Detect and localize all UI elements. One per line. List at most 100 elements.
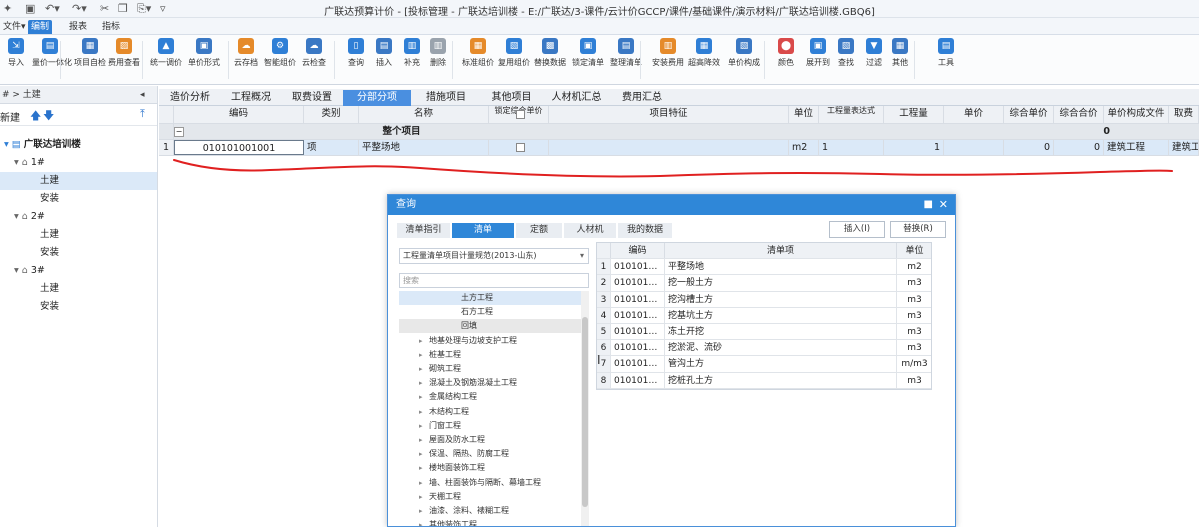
list-item[interactable]: 7 010101… 管沟土方 m/m3	[597, 356, 931, 373]
tree-item[interactable]: ▸ 屋面及防水工程	[399, 433, 583, 447]
tree-item[interactable]: ▸ 混凝土及钢筋混凝土工程	[399, 376, 583, 390]
tree-item[interactable]: ▸ 油漆、涂料、裱糊工程	[399, 504, 583, 518]
tree-item[interactable]: ▸ 木结构工程	[399, 405, 583, 419]
list-item[interactable]: 4 010101… 挖基坑土方 m3	[597, 307, 931, 324]
ribbon-button-self-check[interactable]: ▦ 项目自检	[72, 38, 108, 68]
tab-fee-summary[interactable]: 费用汇总	[611, 90, 673, 106]
list-item[interactable]: 6 010101… 挖淤泥、流砂 m3	[597, 340, 931, 357]
price-adjust-icon: ▲	[158, 38, 174, 54]
collapse-left-icon[interactable]: ◂	[140, 86, 145, 104]
nav-tree-item[interactable]: ▾ ⌂ 1#	[0, 154, 157, 172]
tree-item[interactable]: 土方工程	[399, 291, 583, 305]
move-down-icon[interactable]: 🡇	[43, 107, 54, 126]
nav-tree-item[interactable]: ▾ ▤ 广联达培训楼	[0, 136, 157, 154]
dialog-tab-bill[interactable]: 清单	[452, 223, 514, 238]
search-input[interactable]: 搜索	[399, 273, 589, 288]
list-item[interactable]: 5 010101… 冻土开挖 m3	[597, 324, 931, 341]
ribbon-button-tools[interactable]: ▤ 工具	[928, 38, 964, 68]
ribbon-button-cloud-check[interactable]: ☁ 云检查	[296, 38, 332, 68]
pin-top-icon[interactable]: ⤒	[140, 107, 145, 121]
grid-group-row[interactable]: − 整个项目 0	[159, 110, 1199, 140]
new-button[interactable]: 新建	[0, 109, 20, 124]
ribbon-button-unit-price[interactable]: ▣ 单价形式	[186, 38, 222, 68]
tree-scrollbar-thumb[interactable]	[582, 317, 588, 507]
close-icon[interactable]: ✕	[939, 195, 948, 215]
tree-item[interactable]: ▸ 地基处理与边坡支护工程	[399, 334, 583, 348]
tree-item[interactable]: ▸ 金属结构工程	[399, 390, 583, 404]
cell-code[interactable]: 010101001001	[174, 140, 304, 155]
ribbon-button-fee-view[interactable]: ▨ 费用查看	[106, 38, 142, 68]
list-item[interactable]: 1 010101… 平整场地 m2	[597, 259, 931, 276]
ribbon-button-label: 替换数据	[534, 58, 566, 67]
dialog-tab-quota[interactable]: 定额	[516, 223, 562, 238]
nav-tree-item[interactable]: 安装	[0, 244, 157, 262]
lock-price-checkbox[interactable]	[516, 143, 525, 152]
ribbon-tab-edit[interactable]: 编制	[28, 20, 53, 34]
ribbon-button-organize-list[interactable]: ▤ 整理清单	[608, 38, 644, 68]
ribbon-button-replace-data[interactable]: ▩ 替换数据	[532, 38, 568, 68]
ribbon-button-reuse-pricing[interactable]: ▧ 复用组价	[496, 38, 532, 68]
tab-fee-settings[interactable]: 取费设置	[281, 90, 343, 106]
list-item[interactable]: 3 010101… 挖沟槽土方 m3	[597, 291, 931, 308]
tab-labor-material[interactable]: 人材机汇总	[542, 90, 611, 106]
lock-price-header-checkbox[interactable]	[516, 110, 525, 119]
tree-item[interactable]: ▸ 门窗工程	[399, 419, 583, 433]
ribbon-tab-report[interactable]: 报表	[66, 20, 90, 34]
list-item[interactable]: 2 010101… 挖一般土方 m3	[597, 275, 931, 292]
ribbon-button-price-composition[interactable]: ▧ 单价构成	[726, 38, 762, 68]
collapse-toggle-icon[interactable]: −	[174, 127, 184, 137]
tree-item[interactable]: 回填	[399, 319, 583, 334]
ribbon-button-quantity-price[interactable]: ▤ 量价一体化	[32, 38, 72, 68]
list-cell-unit: m3	[897, 275, 931, 290]
file-menu[interactable]: 文件▾	[0, 20, 29, 34]
nav-tree-item[interactable]: 安装	[0, 190, 157, 208]
nav-tree-item[interactable]: ▾ ⌂ 2#	[0, 208, 157, 226]
cell-unit_price: 0	[1004, 140, 1054, 155]
dialog-tab-labor-material[interactable]: 人材机	[564, 223, 616, 238]
tree-item[interactable]: 石方工程	[399, 305, 583, 319]
ribbon-button-high-efficiency[interactable]: ▦ 超高降效	[686, 38, 722, 68]
list-cell-code: 010101…	[611, 324, 665, 340]
nav-tree-item[interactable]: 土建	[0, 280, 157, 298]
ribbon-button-standard-pricing[interactable]: ▦ 标准组价	[460, 38, 496, 68]
tree-item[interactable]: ▸ 天棚工程	[399, 490, 583, 504]
tab-cost-analysis[interactable]: 造价分析	[159, 90, 221, 106]
ribbon-button-import[interactable]: ⇲ 导入	[0, 38, 34, 68]
tree-item[interactable]: ▸ 桩基工程	[399, 348, 583, 362]
ribbon-button-color[interactable]: ⬤ 颜色	[768, 38, 804, 68]
tab-measures[interactable]: 措施项目	[411, 90, 481, 106]
dialog-tab-my-data[interactable]: 我的数据	[618, 223, 672, 238]
column-header: 工程量表达式	[819, 106, 884, 123]
ribbon-button-price-adjust[interactable]: ▲ 统一调价	[148, 38, 184, 68]
ribbon-button-other[interactable]: ▦ 其他	[882, 38, 918, 68]
table-row[interactable]: 1 010101001001 项平整场地 m2 1 1 0 0 建筑工程 建筑工	[159, 140, 1199, 156]
nav-tree-item[interactable]: 土建	[0, 172, 157, 190]
list-cell-idx: 5	[597, 324, 611, 340]
tree-item[interactable]: ▸ 墙、柱面装饰与隔断、幕墙工程	[399, 476, 583, 490]
insert-button[interactable]: 插入(I)	[829, 221, 885, 238]
nav-tree-item[interactable]: ▾ ⌂ 3#	[0, 262, 157, 280]
dialog-tab-guide[interactable]: 清单指引	[397, 223, 450, 238]
tree-item[interactable]: ▸ 楼地面装饰工程	[399, 461, 583, 475]
tree-item[interactable]: ▸ 其他装饰工程	[399, 518, 583, 526]
tab-overview[interactable]: 工程概况	[221, 90, 281, 106]
ribbon-button-smart-pricing[interactable]: ⚙ 智能组价	[262, 38, 298, 68]
list-item[interactable]: 8 010101… 挖桩孔土方 m3	[597, 372, 931, 389]
ribbon-button-cloud-save[interactable]: ☁ 云存档	[228, 38, 264, 68]
tree-item[interactable]: ▸ 砌筑工程	[399, 362, 583, 376]
tab-other-items[interactable]: 其他项目	[481, 90, 542, 106]
price-composition-icon: ▧	[736, 38, 752, 54]
replace-button[interactable]: 替换(R)	[890, 221, 946, 238]
tab-sub-items[interactable]: 分部分项	[343, 90, 411, 106]
ribbon-button-lock-list[interactable]: ▣ 锁定清单	[570, 38, 606, 68]
tree-item[interactable]: ▸ 保温、隔热、防腐工程	[399, 447, 583, 461]
maximize-icon[interactable]: ■	[924, 195, 933, 215]
ribbon-tab-index[interactable]: 指标	[99, 20, 123, 34]
tree-item-label: 石方工程	[461, 307, 493, 317]
ribbon-button-delete[interactable]: ▥ 删除	[420, 38, 456, 68]
nav-tree-item[interactable]: 土建	[0, 226, 157, 244]
nav-tree-item[interactable]: 安装	[0, 298, 157, 316]
move-up-icon[interactable]: 🡅	[30, 107, 41, 126]
library-select[interactable]: 工程量清单项目计量规范(2013-山东) ▾	[399, 248, 589, 264]
ribbon-button-install-fee[interactable]: ▥ 安装费用	[650, 38, 686, 68]
